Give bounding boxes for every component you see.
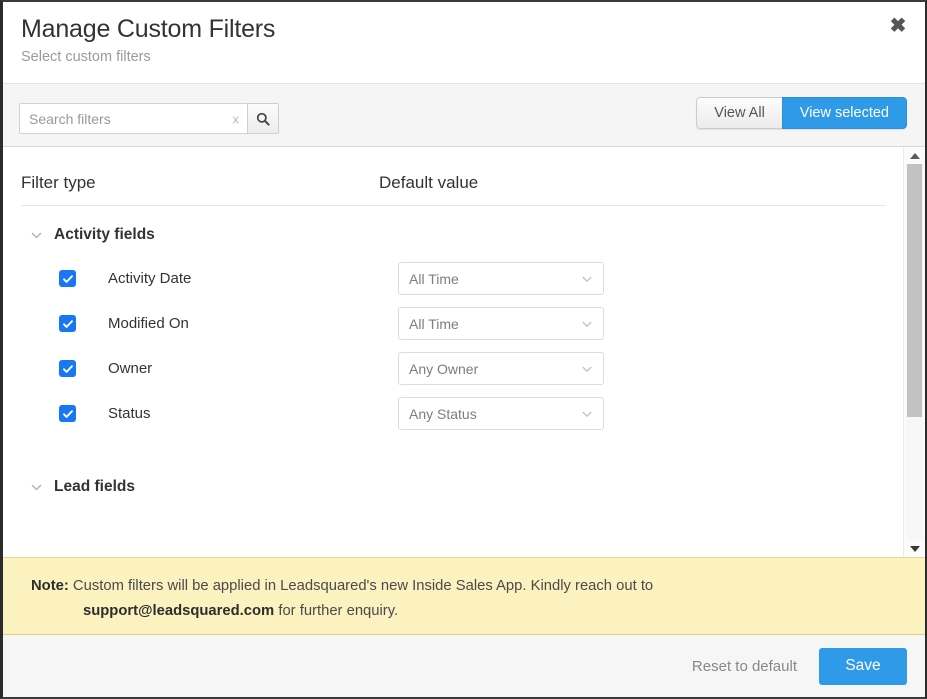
table-row: Status Any Status [3, 391, 904, 436]
filter-rows-activity-fields: Activity Date All Time Modified On All T… [3, 256, 904, 436]
search-box: x [19, 103, 247, 134]
page-subtitle: Select custom filters [21, 49, 151, 65]
dialog-header: Manage Custom Filters Select custom filt… [3, 2, 925, 84]
chevron-down-icon [581, 273, 593, 285]
search-input[interactable] [20, 104, 247, 133]
vertical-scrollbar[interactable] [903, 147, 925, 557]
group-title: Lead fields [54, 478, 135, 495]
search-icon [256, 112, 270, 126]
note-text-before: Custom filters will be applied in Leadsq… [68, 578, 654, 594]
table-row: Activity Date All Time [3, 256, 904, 301]
table-row: Owner Any Owner [3, 346, 904, 391]
filter-group-activity-fields: Activity fields Activity Date All Time M… [3, 226, 904, 436]
group-title: Activity fields [54, 226, 155, 243]
view-selected-button[interactable]: View selected [781, 97, 907, 129]
row-label: Modified On [108, 315, 189, 332]
row-checkbox[interactable] [59, 270, 76, 287]
search-button[interactable] [247, 103, 279, 134]
row-label: Owner [108, 360, 153, 377]
check-icon [62, 319, 73, 328]
save-button[interactable]: Save [819, 647, 907, 685]
note-banner: Note: Custom filters will be applied in … [3, 557, 925, 635]
row-label: Status [108, 405, 151, 422]
column-header-filter-type: Filter type [21, 173, 96, 192]
filter-group-lead-fields: Lead fields [3, 478, 904, 496]
view-all-button[interactable]: View All [696, 97, 782, 129]
row-checkbox[interactable] [59, 360, 76, 377]
default-value-select[interactable]: All Time [398, 262, 604, 295]
default-value-select[interactable]: Any Owner [398, 352, 604, 385]
row-checkbox[interactable] [59, 405, 76, 422]
default-value-text: All Time [409, 315, 459, 332]
chevron-down-icon [29, 480, 43, 494]
triangle-down-icon [909, 545, 920, 552]
table-row: Modified On All Time [3, 301, 904, 346]
column-header-default-value: Default value [379, 173, 479, 192]
default-value-text: Any Owner [409, 360, 479, 377]
check-icon [62, 409, 73, 418]
chevron-down-icon [581, 318, 593, 330]
check-icon [62, 364, 73, 373]
row-label: Activity Date [108, 270, 192, 287]
default-value-select[interactable]: Any Status [398, 397, 604, 430]
triangle-up-icon [909, 152, 920, 159]
clear-search-icon[interactable]: x [233, 112, 240, 125]
scrollbar-thumb[interactable] [907, 164, 922, 417]
scroll-down-button[interactable] [904, 540, 925, 557]
reset-to-default-button[interactable]: Reset to default [692, 658, 797, 675]
note-label: Note: [31, 578, 69, 594]
chevron-down-icon [581, 408, 593, 420]
chevron-down-icon [29, 228, 43, 242]
scroll-up-button[interactable] [904, 147, 925, 164]
default-value-select[interactable]: All Time [398, 307, 604, 340]
default-value-text: Any Status [409, 405, 477, 422]
default-value-text: All Time [409, 270, 459, 287]
row-checkbox[interactable] [59, 315, 76, 332]
check-icon [62, 274, 73, 283]
filters-scroll-region: Filter type Default value Activity field… [3, 147, 904, 557]
manage-custom-filters-dialog: Manage Custom Filters Select custom filt… [0, 0, 927, 699]
support-email: support@leadsquared.com [83, 603, 275, 619]
note-text-after: for further enquiry. [274, 603, 399, 619]
chevron-down-icon [581, 363, 593, 375]
group-header-lead-fields[interactable]: Lead fields [3, 478, 904, 496]
group-header-activity-fields[interactable]: Activity fields [3, 226, 904, 244]
dialog-footer: Reset to default Save [3, 635, 925, 697]
close-icon[interactable]: ✖ [885, 13, 911, 39]
view-toggle-group: View All View selected [696, 97, 907, 129]
search-group: x [19, 103, 279, 134]
page-title: Manage Custom Filters [21, 15, 276, 43]
filters-content: Filter type Default value Activity field… [3, 147, 925, 557]
table-column-headers: Filter type Default value [21, 147, 886, 206]
